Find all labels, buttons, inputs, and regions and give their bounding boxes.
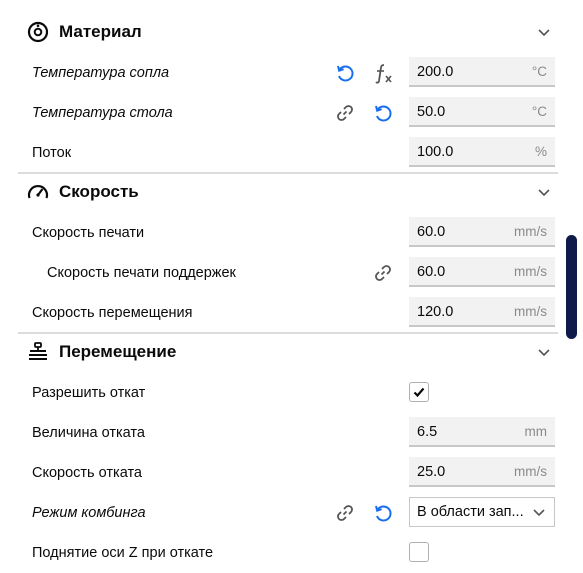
function-icon[interactable] (372, 62, 394, 84)
print-speed-input[interactable]: 60.0 mm/s (409, 217, 555, 247)
setting-row-print-speed: Скорость печати 60.0 mm/s (18, 213, 558, 253)
setting-row-z-hop: Поднятие оси Z при откате (18, 533, 558, 573)
setting-label: Величина отката (32, 425, 145, 441)
setting-row-retraction-amount: Величина отката 6.5 mm (18, 413, 558, 453)
section-title-material: Материал (59, 22, 142, 41)
input-unit: °C (531, 104, 547, 119)
material-icon (26, 20, 50, 44)
setting-label: Скорость перемещения (32, 305, 193, 321)
nozzle-temp-input[interactable]: 200.0 °C (409, 57, 555, 87)
input-value: 120.0 (417, 304, 454, 320)
checkmark-icon (413, 387, 425, 398)
chevron-down-icon[interactable] (536, 24, 552, 40)
retraction-speed-input[interactable]: 25.0 mm/s (409, 457, 555, 487)
setting-label: Скорость отката (32, 465, 142, 481)
setting-label: Поток (32, 145, 72, 161)
setting-label: Температура сопла (32, 65, 170, 81)
print-settings-panel: Материал Температура сопла 200.0 °C Темп… (0, 0, 583, 567)
reset-icon[interactable] (372, 502, 394, 524)
input-value: 60.0 (417, 264, 446, 280)
flow-input[interactable]: 100.0 % (409, 137, 555, 167)
setting-row-retraction-enable: Разрешить откат (18, 373, 558, 413)
setting-row-retraction-speed: Скорость отката 25.0 mm/s (18, 453, 558, 493)
input-value: 50.0 (417, 104, 446, 120)
input-value: 60.0 (417, 224, 446, 240)
setting-label: Поднятие оси Z при откате (32, 545, 214, 561)
setting-label: Разрешить откат (32, 385, 146, 401)
chevron-down-icon (532, 505, 546, 519)
bed-temp-input[interactable]: 50.0 °C (409, 97, 555, 127)
input-unit: mm (524, 424, 548, 439)
setting-row-flow: Поток 100.0 % (18, 133, 558, 173)
input-value: 200.0 (417, 64, 454, 80)
combing-mode-select[interactable]: В области зап... (409, 497, 555, 527)
link-icon[interactable] (334, 102, 356, 124)
retraction-amount-input[interactable]: 6.5 mm (409, 417, 555, 447)
input-unit: % (534, 144, 547, 159)
input-value: 6.5 (417, 424, 438, 440)
setting-row-combing-mode: Режим комбинга В области зап... (18, 493, 558, 533)
chevron-down-icon[interactable] (536, 344, 552, 360)
setting-label: Скорость печати (32, 225, 145, 241)
setting-label: Скорость печати поддержек (47, 265, 236, 281)
setting-label: Режим комбинга (32, 505, 146, 521)
input-unit: mm/s (514, 304, 547, 319)
travel-icon (26, 340, 50, 364)
speed-icon (26, 180, 50, 204)
input-unit: mm/s (514, 464, 547, 479)
retraction-enable-checkbox[interactable] (409, 382, 429, 402)
input-unit: °C (531, 64, 547, 79)
setting-label: Температура стола (32, 105, 173, 121)
select-value: В области зап... (417, 504, 524, 520)
travel-speed-input[interactable]: 120.0 mm/s (409, 297, 555, 327)
input-unit: mm/s (514, 264, 547, 279)
scrollbar-thumb[interactable] (566, 235, 577, 339)
link-icon[interactable] (334, 502, 356, 524)
input-value: 100.0 (417, 144, 454, 160)
section-header-material[interactable]: Материал (18, 12, 558, 52)
setting-row-travel-speed: Скорость перемещения 120.0 mm/s (18, 293, 558, 333)
section-title-speed: Скорость (59, 182, 139, 201)
input-unit: mm/s (514, 224, 547, 239)
section-title-travel: Перемещение (59, 342, 177, 361)
setting-row-support-speed: Скорость печати поддержек 60.0 mm/s (18, 253, 558, 293)
section-header-speed[interactable]: Скорость (18, 172, 558, 212)
z-hop-checkbox[interactable] (409, 542, 429, 562)
chevron-down-icon[interactable] (536, 184, 552, 200)
support-speed-input[interactable]: 60.0 mm/s (409, 257, 555, 287)
input-value: 25.0 (417, 464, 446, 480)
link-icon[interactable] (372, 262, 394, 284)
setting-row-nozzle-temp: Температура сопла 200.0 °C (18, 53, 558, 93)
section-header-travel[interactable]: Перемещение (18, 332, 558, 372)
setting-row-bed-temp: Температура стола 50.0 °C (18, 93, 558, 133)
reset-icon[interactable] (372, 102, 394, 124)
reset-icon[interactable] (334, 62, 356, 84)
